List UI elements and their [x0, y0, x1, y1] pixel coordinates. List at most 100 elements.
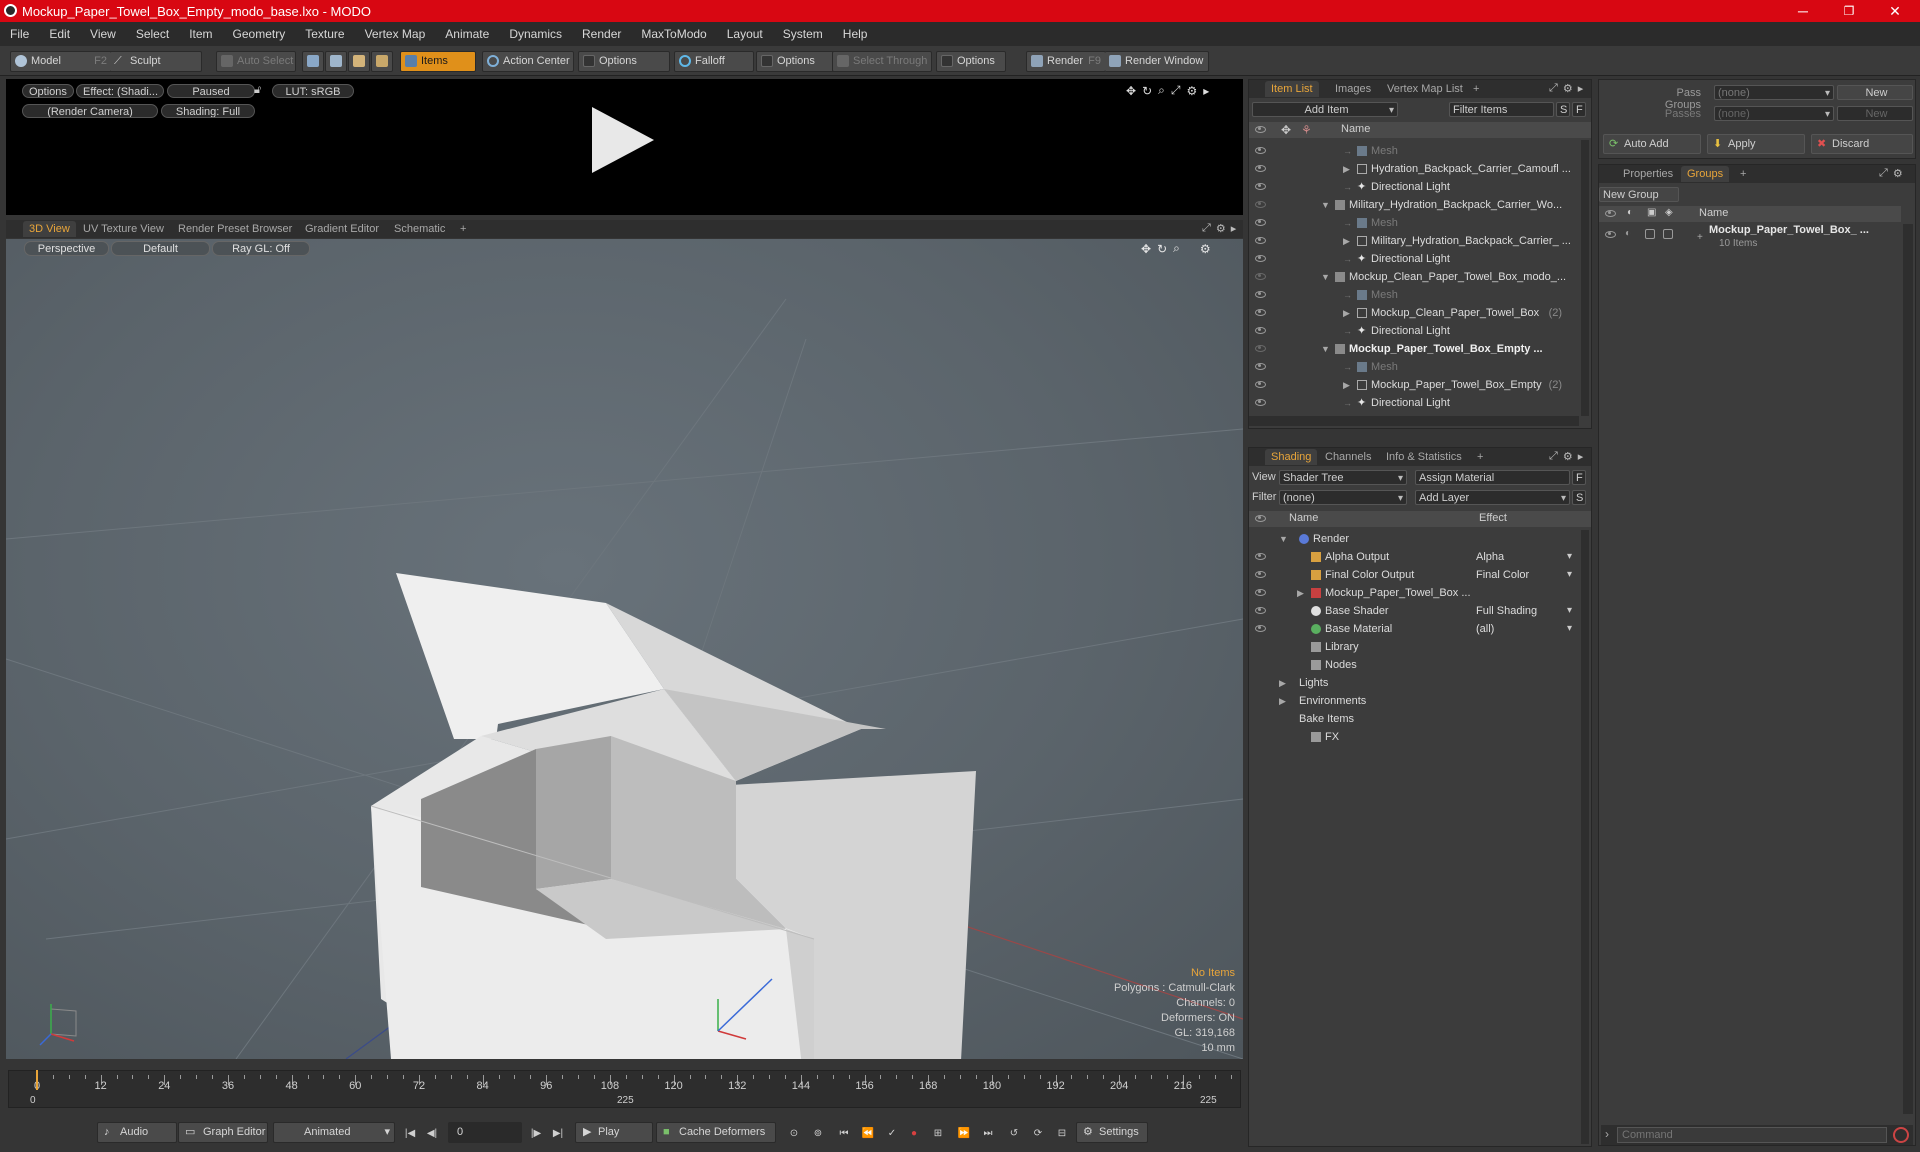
- preview-shading-button[interactable]: Shading: Full: [161, 104, 255, 118]
- key-all-icon[interactable]: ⊚: [810, 1126, 826, 1142]
- shader-tree-row[interactable]: Alpha Output Alpha: [1249, 548, 1579, 566]
- visibility-icon[interactable]: [1255, 399, 1266, 406]
- animated-dropdown[interactable]: Animated ▾: [273, 1122, 395, 1143]
- visibility-icon[interactable]: [1255, 607, 1266, 614]
- collapse-arrow-icon[interactable]: ▼: [1279, 530, 1288, 548]
- maximize-button[interactable]: ❐: [1826, 0, 1872, 22]
- gear-icon[interactable]: ⚙: [1186, 84, 1197, 98]
- add-layer-dropdown[interactable]: Add Layer: [1415, 490, 1570, 505]
- render-window-button[interactable]: Render Window: [1105, 51, 1209, 72]
- rotate-icon[interactable]: ↻: [1157, 242, 1167, 256]
- edges-mode-button[interactable]: [325, 51, 347, 72]
- expand-icon[interactable]: ⤢: [1879, 167, 1888, 180]
- expand-arrow-icon[interactable]: ▶: [1279, 692, 1286, 710]
- tab-properties[interactable]: Properties: [1617, 166, 1679, 182]
- tab-groups[interactable]: Groups: [1681, 166, 1730, 182]
- groups-scrollbar[interactable]: [1903, 224, 1913, 1114]
- shader-tree-row[interactable]: FX: [1249, 728, 1579, 746]
- expand-arrow-icon[interactable]: ▶: [1343, 232, 1350, 250]
- item-list-hscrollbar[interactable]: [1249, 416, 1579, 426]
- sculpt-mode-button[interactable]: ⟋ Sculpt: [110, 51, 202, 72]
- key-icon[interactable]: ⊞: [930, 1126, 946, 1142]
- expand-icon[interactable]: ⤢: [1171, 83, 1181, 98]
- menu-maxtomodo[interactable]: MaxToModo: [631, 22, 716, 46]
- expand-icon[interactable]: ⤢: [1202, 222, 1211, 235]
- shader-tree-row[interactable]: Final Color Output Final Color: [1249, 566, 1579, 584]
- expand-icon[interactable]: ⤢: [1549, 82, 1558, 95]
- falloff-options-button[interactable]: Options: [756, 51, 836, 72]
- step-forward-icon[interactable]: ⏩: [956, 1126, 972, 1142]
- preview-effect-button[interactable]: Effect: (Shadi...: [76, 84, 164, 98]
- shader-tree-row[interactable]: Bake Items: [1249, 710, 1579, 728]
- visibility-icon[interactable]: [1255, 201, 1266, 208]
- preview-camera-button[interactable]: (Render Camera): [22, 104, 158, 118]
- preview-options-button[interactable]: Options: [22, 84, 74, 98]
- visibility-icon[interactable]: [1255, 237, 1266, 244]
- record-icon[interactable]: ●: [906, 1126, 922, 1142]
- visibility-icon[interactable]: [1255, 327, 1266, 334]
- add-tab-button[interactable]: +: [454, 221, 472, 237]
- visibility-icon[interactable]: [1255, 589, 1266, 596]
- menu-view[interactable]: View: [80, 22, 126, 46]
- expand-arrow-icon[interactable]: ▶: [1343, 304, 1350, 322]
- filter-f-button[interactable]: F: [1572, 102, 1586, 117]
- filter-dropdown[interactable]: (none): [1279, 490, 1407, 505]
- visibility-icon[interactable]: [1255, 381, 1266, 388]
- perspective-button[interactable]: Perspective: [24, 241, 109, 256]
- keyframe-tool-icon[interactable]: ⊙: [786, 1126, 802, 1142]
- filter-s-button[interactable]: S: [1556, 102, 1570, 117]
- item-list-scrollbar[interactable]: [1581, 140, 1589, 416]
- shader-tree-row[interactable]: ▶ Lights: [1249, 674, 1579, 692]
- item-list-row[interactable]: → ✦ Directional Light: [1249, 322, 1579, 340]
- skip-back-icon[interactable]: ⏮: [836, 1126, 852, 1142]
- tab-uv-texture-view[interactable]: UV Texture View: [77, 221, 170, 237]
- minimize-button[interactable]: ─: [1780, 0, 1826, 22]
- action-center-button[interactable]: Action Center: [482, 51, 574, 72]
- zoom-icon[interactable]: ⌕: [1158, 83, 1165, 98]
- frame-field[interactable]: 0: [448, 1122, 522, 1143]
- menu-animate[interactable]: Animate: [435, 22, 499, 46]
- item-list-row[interactable]: → ✦ Directional Light: [1249, 250, 1579, 268]
- menu-help[interactable]: Help: [833, 22, 878, 46]
- settings-button[interactable]: ⚙ Settings: [1076, 1122, 1148, 1143]
- shading-f-button[interactable]: F: [1572, 470, 1586, 485]
- 3d-viewport[interactable]: Perspective Default Ray GL: Off ✥ ↻ ⌕ ⚙ No …: [6, 239, 1243, 1059]
- move-icon[interactable]: ✥: [1126, 84, 1136, 98]
- view-dropdown[interactable]: Shader Tree: [1279, 470, 1407, 485]
- preview-paused-button[interactable]: Paused: [167, 84, 255, 98]
- shader-tree-row[interactable]: Nodes: [1249, 656, 1579, 674]
- shading-s-button[interactable]: S: [1572, 490, 1586, 505]
- assign-material-button[interactable]: Assign Material: [1415, 470, 1570, 485]
- filter-items-input[interactable]: Filter Items: [1449, 102, 1554, 117]
- record-command-icon[interactable]: [1893, 1127, 1909, 1143]
- add-tab-button[interactable]: +: [1471, 449, 1489, 465]
- gear-icon[interactable]: ⚙: [1200, 242, 1211, 256]
- expand-icon[interactable]: ⤢: [1549, 450, 1558, 463]
- menu-select[interactable]: Select: [126, 22, 179, 46]
- tab-images[interactable]: Images: [1329, 81, 1377, 97]
- shader-tree-row[interactable]: Base Material (all): [1249, 620, 1579, 638]
- vertices-mode-button[interactable]: [302, 51, 324, 72]
- expand-arrow-icon[interactable]: ▶: [1343, 376, 1350, 394]
- tab-3d-view[interactable]: 3D View: [23, 221, 76, 237]
- new-pass-group-button[interactable]: New: [1837, 85, 1913, 100]
- menu-render[interactable]: Render: [572, 22, 631, 46]
- gear-icon[interactable]: ⚙: [1563, 82, 1573, 95]
- menu-geometry[interactable]: Geometry: [223, 22, 296, 46]
- item-list-row[interactable]: → Mesh: [1249, 214, 1579, 232]
- polygons-mode-button[interactable]: [348, 51, 370, 72]
- tab-gradient-editor[interactable]: Gradient Editor: [299, 221, 385, 237]
- item-list-row[interactable]: ▼ Mockup_Paper_Towel_Box_Empty ...: [1249, 340, 1579, 358]
- lock-toggle-icon[interactable]: [1645, 229, 1655, 239]
- command-input[interactable]: [1617, 1127, 1887, 1143]
- shader-tree-row[interactable]: Library: [1249, 638, 1579, 656]
- timeline-playhead[interactable]: [36, 1070, 38, 1090]
- effect-dropdown[interactable]: Final Color: [1474, 567, 1574, 583]
- render-button[interactable]: Render F9: [1026, 51, 1106, 72]
- menu-system[interactable]: System: [773, 22, 833, 46]
- action-center-options-button[interactable]: Options: [578, 51, 670, 72]
- menu-texture[interactable]: Texture: [295, 22, 354, 46]
- visibility-icon[interactable]: [1605, 231, 1616, 238]
- auto-key-icon[interactable]: ✓: [884, 1126, 900, 1142]
- tab-render-preset-browser[interactable]: Render Preset Browser: [172, 221, 298, 237]
